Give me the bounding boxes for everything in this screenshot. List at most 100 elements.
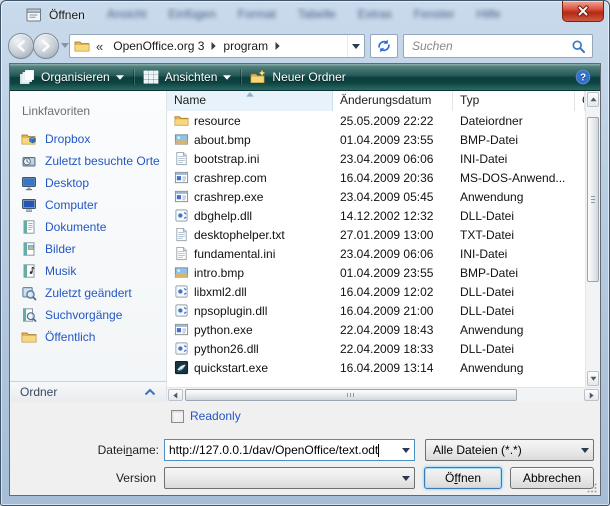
back-button[interactable] — [8, 33, 34, 59]
file-row-libxml2-dll[interactable]: libxml2.dll16.04.2009 12:02DLL-Datei — [167, 282, 585, 301]
close-button[interactable] — [562, 1, 604, 22]
views-button[interactable]: Ansichten — [134, 64, 241, 90]
chevron-right-icon[interactable] — [275, 42, 280, 50]
readonly-label: Readonly — [190, 409, 241, 423]
file-type: MS-DOS-Anwend... — [453, 171, 575, 185]
folders-expander[interactable]: Ordner — [10, 381, 166, 402]
file-quickstart-icon — [174, 360, 189, 375]
forward-button[interactable] — [33, 33, 59, 59]
background-menu-item: Extras — [358, 7, 392, 21]
file-name: resource — [194, 114, 241, 128]
breadcrumb-item-program[interactable]: program — [216, 39, 275, 53]
version-select[interactable] — [164, 467, 415, 489]
search-input[interactable] — [404, 39, 571, 53]
refresh-button[interactable] — [370, 34, 398, 58]
cancel-button[interactable]: Abbrechen — [510, 467, 594, 489]
filetype-select[interactable]: Alle Dateien (*.*) — [425, 439, 594, 461]
sidebar-item-suchvorgänge[interactable]: Suchvorgänge — [10, 304, 166, 326]
column-header-size[interactable]: G — [575, 91, 585, 111]
sidebar-item-zuletzt-besuchte-orte[interactable]: Zuletzt besuchte Orte — [10, 150, 166, 172]
filetype-dropdown-button[interactable] — [576, 440, 593, 460]
sidebar-item-dropbox[interactable]: Dropbox — [10, 128, 166, 150]
horizontal-scrollbar[interactable] — [167, 387, 600, 402]
version-dropdown-button[interactable] — [397, 468, 414, 488]
file-name: quickstart.exe — [194, 361, 268, 375]
column-header-type[interactable]: Typ — [453, 91, 575, 111]
chevron-down-icon — [581, 448, 589, 453]
file-row-dbghelp-dll[interactable]: dbghelp.dll14.12.2002 12:32DLL-Datei — [167, 206, 585, 225]
sidebar-item-desktop[interactable]: Desktop — [10, 172, 166, 194]
address-breadcrumb[interactable]: « OpenOffice.org 3 program — [69, 34, 365, 58]
scroll-up-button[interactable] — [587, 92, 599, 107]
file-row-python-exe[interactable]: python.exe22.04.2009 18:43Anwendung — [167, 320, 585, 339]
close-icon — [577, 5, 589, 17]
background-menu-item: Format — [238, 7, 276, 21]
sidebar-item-zuletzt-geändert[interactable]: Zuletzt geändert — [10, 282, 166, 304]
filename-history-dropdown[interactable] — [397, 440, 414, 460]
file-row-about-bmp[interactable]: about.bmp01.04.2009 23:55BMP-Datei — [167, 130, 585, 149]
file-row-crashrep-exe[interactable]: crashrep.exe23.04.2009 05:45Anwendung — [167, 187, 585, 206]
file-name: libxml2.dll — [194, 285, 247, 299]
main-area: Linkfavoriten DropboxZuletzt besuchte Or… — [10, 91, 600, 402]
address-dropdown-button[interactable] — [347, 35, 364, 57]
sidebar-item-musik[interactable]: Musik — [10, 260, 166, 282]
vertical-scroll-thumb[interactable] — [587, 117, 599, 282]
folder-icon — [74, 38, 90, 54]
documents-icon — [21, 219, 37, 235]
sidebar-item-label: Dokumente — [45, 220, 106, 234]
scroll-right-button[interactable] — [584, 389, 599, 401]
file-row-fundamental-ini[interactable]: fundamental.ini23.04.2009 06:06INI-Datei — [167, 244, 585, 263]
file-dll-icon — [174, 284, 189, 299]
sidebar-item-bilder[interactable]: Bilder — [10, 238, 166, 260]
file-row-desktophelper-txt[interactable]: desktophelper.txt27.01.2009 13:00TXT-Dat… — [167, 225, 585, 244]
readonly-option[interactable]: Readonly — [171, 409, 241, 423]
scroll-left-button[interactable] — [168, 389, 183, 401]
file-row-quickstart-exe[interactable]: quickstart.exe16.04.2009 13:14Anwendung — [167, 358, 585, 377]
horizontal-scroll-thumb[interactable] — [185, 389, 517, 401]
file-app-icon — [174, 170, 189, 185]
file-date: 22.04.2009 18:33 — [333, 342, 453, 356]
breadcrumb-item-openoffice[interactable]: OpenOffice.org 3 — [106, 39, 211, 53]
search-box[interactable] — [403, 34, 593, 58]
scroll-down-button[interactable] — [587, 371, 599, 386]
text-caret — [378, 444, 379, 457]
organize-button[interactable]: Organisieren — [10, 64, 133, 90]
file-row-python26-dll[interactable]: python26.dll22.04.2009 18:33DLL-Datei — [167, 339, 585, 358]
file-row-intro-bmp[interactable]: intro.bmp01.04.2009 23:55BMP-Datei — [167, 263, 585, 282]
sidebar-item-öffentlich[interactable]: Öffentlich — [10, 326, 166, 348]
new-folder-icon — [250, 69, 266, 85]
file-image-icon — [174, 132, 189, 147]
recent-pages-dropdown[interactable] — [61, 43, 69, 48]
breadcrumb-collapse-chevron[interactable]: « — [90, 39, 106, 54]
vertical-scrollbar[interactable] — [585, 91, 600, 387]
background-menu-item: Fenster — [414, 7, 455, 21]
new-folder-button[interactable]: Neuer Ordner — [241, 64, 354, 90]
open-button[interactable]: Öffnen — [424, 467, 502, 489]
refresh-icon — [376, 38, 392, 54]
file-row-npsoplugin-dll[interactable]: npsoplugin.dll16.04.2009 21:00DLL-Datei — [167, 301, 585, 320]
organize-label: Organisieren — [41, 70, 110, 84]
file-name: crashrep.com — [194, 171, 267, 185]
file-row-resource[interactable]: resource25.05.2009 22:22Dateiordner — [167, 111, 585, 130]
sidebar-item-label: Musik — [45, 264, 76, 278]
title-bar[interactable]: Öffnen BearbeitenAnsichtEinfügenFormatTa… — [1, 1, 609, 29]
file-date: 23.04.2009 06:06 — [333, 247, 453, 261]
readonly-checkbox[interactable] — [171, 410, 184, 423]
file-row-crashrep-com[interactable]: crashrep.com16.04.2009 20:36MS-DOS-Anwen… — [167, 168, 585, 187]
views-icon — [143, 69, 159, 85]
chevron-down-icon — [352, 44, 360, 49]
sidebar-item-label: Bilder — [45, 242, 76, 256]
file-name: python.exe — [194, 323, 253, 337]
file-date: 14.12.2002 12:32 — [333, 209, 453, 223]
file-row-bootstrap-ini[interactable]: bootstrap.ini23.04.2009 06:06INI-Datei — [167, 149, 585, 168]
sidebar-item-dokumente[interactable]: Dokumente — [10, 216, 166, 238]
recent-places-icon — [21, 153, 37, 169]
dialog-icon — [26, 7, 42, 23]
filename-input[interactable]: http://127.0.0.1/dav/OpenOffice/text.odt — [164, 439, 415, 461]
column-header-name[interactable]: Name — [167, 91, 333, 111]
filename-label: Dateiname: — [10, 443, 159, 457]
column-header-date[interactable]: Änderungsdatum — [333, 91, 453, 111]
sidebar-item-computer[interactable]: Computer — [10, 194, 166, 216]
help-button[interactable]: ? — [575, 69, 591, 85]
resize-grip[interactable] — [587, 483, 597, 493]
